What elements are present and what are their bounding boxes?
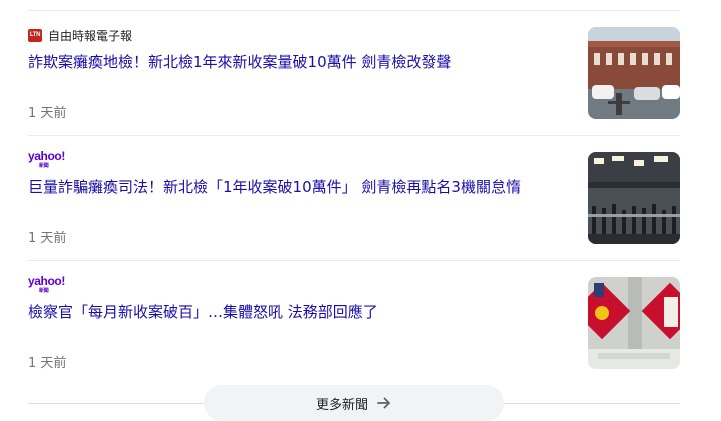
article-time: 1 天前 bbox=[28, 106, 67, 121]
more-news-label: 更多新聞 bbox=[315, 397, 368, 413]
article-source: LTN 自由時報電子報 bbox=[28, 27, 132, 43]
article-divider bbox=[28, 135, 680, 136]
article-source: yahoo! 新聞 bbox=[28, 274, 66, 294]
article-time: 1 天前 bbox=[28, 231, 67, 246]
top-divider bbox=[28, 10, 680, 11]
more-news-button[interactable]: 更多新聞 bbox=[204, 385, 504, 421]
article-thumbnail[interactable] bbox=[588, 152, 680, 244]
news-article-1[interactable]: LTN 自由時報電子報 詐欺案癱瘓地檢！新北檢1年來新收案量破10萬件 劍青檢改… bbox=[28, 27, 680, 121]
source-name: 自由時報電子報 bbox=[48, 28, 133, 43]
yahoo-news-logo-icon: yahoo! 新聞 bbox=[28, 149, 65, 169]
article-time: 1 天前 bbox=[28, 356, 67, 371]
article-thumbnail[interactable] bbox=[588, 277, 680, 369]
news-article-2[interactable]: yahoo! 新聞 巨量詐騙癱瘓司法！新北檢「1年收案破10萬件」 劍青檢再點名… bbox=[28, 149, 680, 246]
article-divider bbox=[28, 260, 680, 261]
article-source: yahoo! 新聞 bbox=[28, 149, 66, 169]
ltn-logo-icon: LTN bbox=[28, 28, 42, 42]
article-headline[interactable]: 詐欺案癱瘓地檢！新北檢1年來新收案量破10萬件 劍青檢改發聲 bbox=[28, 51, 568, 73]
more-news-area: 更多新聞 bbox=[0, 385, 721, 421]
arrow-right-icon bbox=[376, 395, 392, 411]
yahoo-news-logo-icon: yahoo! 新聞 bbox=[28, 274, 65, 294]
article-headline[interactable]: 檢察官「每月新收案破百」…集體怒吼 法務部回應了 bbox=[28, 301, 568, 323]
article-thumbnail[interactable] bbox=[588, 27, 680, 119]
article-headline[interactable]: 巨量詐騙癱瘓司法！新北檢「1年收案破10萬件」 劍青檢再點名3機關怠惰 bbox=[28, 176, 568, 198]
news-article-3[interactable]: yahoo! 新聞 檢察官「每月新收案破百」…集體怒吼 法務部回應了 1 天前 bbox=[28, 274, 680, 371]
